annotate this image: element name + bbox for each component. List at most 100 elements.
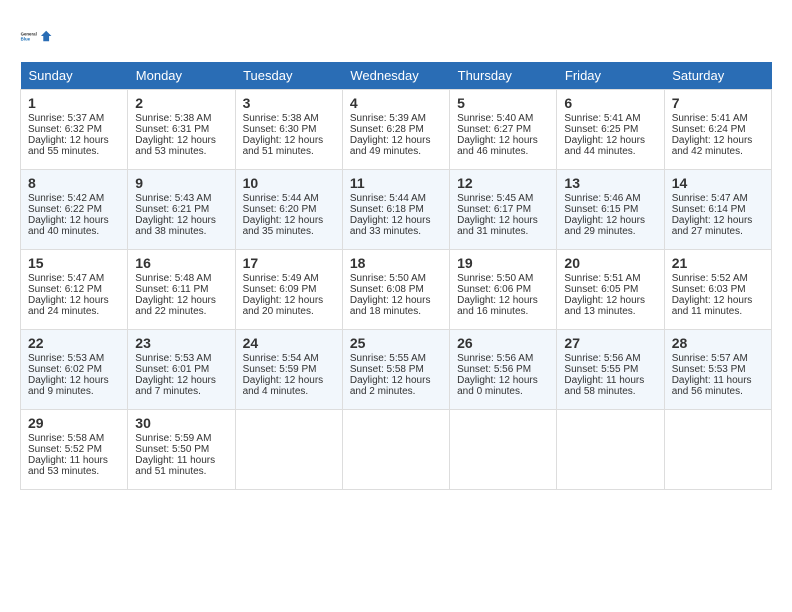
daylight-text: Daylight: 12 hours and 29 minutes. (564, 215, 645, 237)
daylight-text: Daylight: 12 hours and 33 minutes. (350, 215, 431, 237)
calendar-cell: 8Sunrise: 5:42 AMSunset: 6:22 PMDaylight… (21, 170, 128, 250)
sunset-text: Sunset: 6:15 PM (564, 204, 638, 215)
calendar-cell: 20 Sunrise: 5:51 AMSunset: 6:05 PMDayligh… (557, 250, 664, 330)
calendar-cell: 19Sunrise: 5:50 AMSunset: 6:06 PMDayligh… (450, 250, 557, 330)
sunset-text: Sunset: 6:14 PM (672, 204, 746, 215)
calendar-cell: 24Sunrise: 5:54 AMSunset: 5:59 PMDayligh… (235, 330, 342, 410)
sunrise-text: Sunrise: 5:46 AM (564, 193, 640, 204)
calendar-cell: 15Sunrise: 5:47 AMSunset: 6:12 PMDayligh… (21, 250, 128, 330)
sunset-text: Sunset: 6:30 PM (243, 124, 317, 135)
sunrise-text: Sunrise: 5:38 AM (243, 113, 319, 124)
day-number: 2 (135, 95, 227, 111)
day-number: 1 (28, 95, 120, 111)
weekday-header-wednesday: Wednesday (342, 62, 449, 90)
calendar-cell (664, 410, 771, 490)
sunset-text: Sunset: 6:20 PM (243, 204, 317, 215)
sunrise-text: Sunrise: 5:57 AM (672, 353, 748, 364)
sunset-text: Sunset: 5:58 PM (350, 364, 424, 375)
sunrise-text: Sunrise: 5:47 AM (28, 273, 104, 284)
day-number: 22 (28, 335, 120, 351)
calendar-cell: 5Sunrise: 5:40 AMSunset: 6:27 PMDaylight… (450, 90, 557, 170)
sunrise-text: Sunrise: 5:53 AM (28, 353, 104, 364)
day-number: 4 (350, 95, 442, 111)
weekday-header-tuesday: Tuesday (235, 62, 342, 90)
daylight-text: Daylight: 12 hours and 42 minutes. (672, 135, 753, 157)
sunrise-text: Sunrise: 5:38 AM (135, 113, 211, 124)
day-number: 28 (672, 335, 764, 351)
sunset-text: Sunset: 5:53 PM (672, 364, 746, 375)
day-number: 10 (243, 175, 335, 191)
week-row-4: 22Sunrise: 5:53 AMSunset: 6:02 PMDayligh… (21, 330, 772, 410)
calendar-cell: 6Sunrise: 5:41 AMSunset: 6:25 PMDaylight… (557, 90, 664, 170)
sunrise-text: Sunrise: 5:43 AM (135, 193, 211, 204)
day-number: 23 (135, 335, 227, 351)
day-number: 5 (457, 95, 549, 111)
svg-text:Blue: Blue (21, 36, 31, 41)
sunset-text: Sunset: 5:50 PM (135, 444, 209, 455)
sunset-text: Sunset: 6:05 PM (564, 284, 638, 295)
sunrise-text: Sunrise: 5:48 AM (135, 273, 211, 284)
day-number: 7 (672, 95, 764, 111)
day-number: 18 (350, 255, 442, 271)
sunrise-text: Sunrise: 5:53 AM (135, 353, 211, 364)
daylight-text: Daylight: 12 hours and 49 minutes. (350, 135, 431, 157)
calendar-cell: 29Sunrise: 5:58 AMSunset: 5:52 PMDayligh… (21, 410, 128, 490)
sunrise-text: Sunrise: 5:51 AM (564, 273, 640, 284)
daylight-text: Daylight: 12 hours and 46 minutes. (457, 135, 538, 157)
week-row-2: 8Sunrise: 5:42 AMSunset: 6:22 PMDaylight… (21, 170, 772, 250)
day-number: 20 (564, 255, 656, 271)
sunset-text: Sunset: 6:01 PM (135, 364, 209, 375)
daylight-text: Daylight: 12 hours and 53 minutes. (135, 135, 216, 157)
sunset-text: Sunset: 6:17 PM (457, 204, 531, 215)
sunset-text: Sunset: 5:59 PM (243, 364, 317, 375)
logo-icon: GeneralBlue (20, 20, 52, 52)
sunset-text: Sunset: 6:22 PM (28, 204, 102, 215)
sunrise-text: Sunrise: 5:56 AM (564, 353, 640, 364)
calendar-cell: 10 Sunrise: 5:44 AMSunset: 6:20 PMDayligh… (235, 170, 342, 250)
sunset-text: Sunset: 6:12 PM (28, 284, 102, 295)
daylight-text: Daylight: 12 hours and 27 minutes. (672, 215, 753, 237)
sunrise-text: Sunrise: 5:41 AM (672, 113, 748, 124)
calendar-cell: 22Sunrise: 5:53 AMSunset: 6:02 PMDayligh… (21, 330, 128, 410)
sunset-text: Sunset: 6:32 PM (28, 124, 102, 135)
calendar-cell: 25Sunrise: 5:55 AMSunset: 5:58 PMDayligh… (342, 330, 449, 410)
daylight-text: Daylight: 11 hours and 56 minutes. (672, 375, 752, 397)
sunset-text: Sunset: 6:08 PM (350, 284, 424, 295)
calendar-cell: 1Sunrise: 5:37 AMSunset: 6:32 PMDaylight… (21, 90, 128, 170)
daylight-text: Daylight: 12 hours and 40 minutes. (28, 215, 109, 237)
weekday-header-thursday: Thursday (450, 62, 557, 90)
day-number: 6 (564, 95, 656, 111)
sunset-text: Sunset: 6:06 PM (457, 284, 531, 295)
day-number: 8 (28, 175, 120, 191)
daylight-text: Daylight: 12 hours and 11 minutes. (672, 295, 753, 317)
weekday-header-saturday: Saturday (664, 62, 771, 90)
sunrise-text: Sunrise: 5:59 AM (135, 433, 211, 444)
sunrise-text: Sunrise: 5:49 AM (243, 273, 319, 284)
calendar-cell: 2Sunrise: 5:38 AMSunset: 6:31 PMDaylight… (128, 90, 235, 170)
day-number: 12 (457, 175, 549, 191)
sunset-text: Sunset: 6:03 PM (672, 284, 746, 295)
sunrise-text: Sunrise: 5:40 AM (457, 113, 533, 124)
day-number: 27 (564, 335, 656, 351)
sunset-text: Sunset: 6:02 PM (28, 364, 102, 375)
day-number: 24 (243, 335, 335, 351)
calendar-cell: 18Sunrise: 5:50 AMSunset: 6:08 PMDayligh… (342, 250, 449, 330)
sunset-text: Sunset: 6:11 PM (135, 284, 208, 295)
sunrise-text: Sunrise: 5:44 AM (350, 193, 426, 204)
daylight-text: Daylight: 12 hours and 24 minutes. (28, 295, 109, 317)
page-header: GeneralBlue (20, 20, 772, 52)
calendar-table: SundayMondayTuesdayWednesdayThursdayFrid… (20, 62, 772, 490)
sunrise-text: Sunrise: 5:39 AM (350, 113, 426, 124)
daylight-text: Daylight: 12 hours and 13 minutes. (564, 295, 645, 317)
calendar-cell: 27Sunrise: 5:56 AMSunset: 5:55 PMDayligh… (557, 330, 664, 410)
sunset-text: Sunset: 5:52 PM (28, 444, 102, 455)
calendar-cell: 7Sunrise: 5:41 AMSunset: 6:24 PMDaylight… (664, 90, 771, 170)
calendar-cell: 9Sunrise: 5:43 AMSunset: 6:21 PMDaylight… (128, 170, 235, 250)
header-row: SundayMondayTuesdayWednesdayThursdayFrid… (21, 62, 772, 90)
week-row-1: 1Sunrise: 5:37 AMSunset: 6:32 PMDaylight… (21, 90, 772, 170)
daylight-text: Daylight: 12 hours and 35 minutes. (243, 215, 324, 237)
calendar-cell: 11Sunrise: 5:44 AMSunset: 6:18 PMDayligh… (342, 170, 449, 250)
sunrise-text: Sunrise: 5:44 AM (243, 193, 319, 204)
day-number: 29 (28, 415, 120, 431)
sunrise-text: Sunrise: 5:47 AM (672, 193, 748, 204)
